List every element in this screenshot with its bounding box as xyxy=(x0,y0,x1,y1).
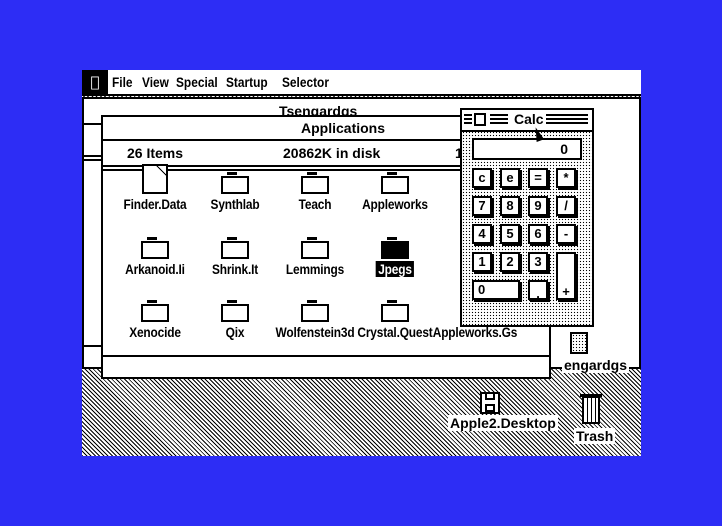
menu-startup[interactable]: Startup xyxy=(226,70,268,94)
items-count: 26 Items xyxy=(127,145,184,161)
calc-key[interactable]: 7 xyxy=(472,196,492,216)
folder-icon xyxy=(381,172,409,194)
file-icon-label[interactable]: Appleworks xyxy=(362,196,428,212)
menu-selector[interactable]: Selector xyxy=(282,70,329,94)
file-icon-label[interactable]: Wolfenstein3d xyxy=(276,324,355,340)
folder-icon xyxy=(221,300,249,322)
trash-label[interactable]: Trash xyxy=(574,428,616,444)
close-box-icon[interactable] xyxy=(474,113,486,126)
folder-icon xyxy=(381,300,409,322)
disk-label[interactable]: engardgs xyxy=(562,357,630,373)
calc-key[interactable]: c xyxy=(472,168,492,188)
document-icon xyxy=(142,164,168,194)
file-icon-label[interactable]: Finder.Data xyxy=(124,196,187,212)
file-icon-label[interactable]: Teach xyxy=(299,196,332,212)
calc-key[interactable]: 9 xyxy=(528,196,548,216)
calc-key[interactable]: 2 xyxy=(500,252,520,272)
calc-title-bar[interactable]: Calc xyxy=(462,110,592,132)
calc-key[interactable]: e xyxy=(500,168,520,188)
calc-key[interactable]: 1 xyxy=(472,252,492,272)
title-stripes xyxy=(464,114,472,126)
file-icon-label[interactable]: Jpegs xyxy=(375,261,415,277)
apple-icon[interactable]:  xyxy=(82,70,108,94)
calc-key[interactable]: + xyxy=(556,252,576,300)
file-icon-label[interactable]: Arkanoid.Ii xyxy=(125,261,185,277)
folder-icon xyxy=(301,237,329,259)
file-icon-label[interactable]: Qix xyxy=(226,324,245,340)
window-title: Applications xyxy=(301,120,386,136)
folder-icon xyxy=(221,237,249,259)
calc-key[interactable]: . xyxy=(528,280,548,301)
folder-icon xyxy=(141,300,169,322)
calc-key[interactable]: * xyxy=(556,168,576,188)
calc-display: 0 xyxy=(472,138,582,160)
file-icon-label[interactable]: Xenocide xyxy=(129,324,181,340)
calc-key[interactable]: 3 xyxy=(528,252,548,272)
menu-view[interactable]: View xyxy=(142,70,169,94)
folder-icon xyxy=(141,237,169,259)
calc-key[interactable]: / xyxy=(556,196,576,216)
floppy-label[interactable]: Apple2.Desktop xyxy=(448,415,558,431)
file-icon-label[interactable]: Synthlab xyxy=(211,196,260,212)
file-icon-label[interactable]: Shrink.It xyxy=(212,261,258,277)
calc-key[interactable]: 0 xyxy=(472,280,520,300)
disk-icon[interactable] xyxy=(570,332,588,354)
calc-key[interactable]: - xyxy=(556,224,576,244)
menu-special[interactable]: Special xyxy=(176,70,218,94)
menu-file[interactable]: File xyxy=(112,70,133,94)
calc-title: Calc xyxy=(514,111,544,127)
title-stripes xyxy=(490,114,508,126)
screen:  File View Special Startup Selector Tse… xyxy=(0,0,722,526)
calc-key[interactable]: 6 xyxy=(528,224,548,244)
calculator-window[interactable]: Calc 0 c e = * 7 8 9 / 4 5 6- 1 2 3 +0. xyxy=(460,108,594,327)
floppy-disk-icon[interactable] xyxy=(480,392,500,414)
folder-icon xyxy=(221,172,249,194)
desktop[interactable]:  File View Special Startup Selector Tse… xyxy=(82,70,641,456)
folder-icon xyxy=(301,300,329,322)
file-icon-label[interactable]: Crystal.Quest xyxy=(357,324,432,340)
trash-icon[interactable] xyxy=(580,394,602,424)
calc-key[interactable]: 5 xyxy=(500,224,520,244)
calc-key[interactable]: = xyxy=(528,168,548,188)
folder-icon xyxy=(301,172,329,194)
folder-icon xyxy=(381,237,409,259)
calc-key[interactable]: 4 xyxy=(472,224,492,244)
menu-bar:  File View Special Startup Selector xyxy=(82,70,641,96)
file-icon-label[interactable]: Lemmings xyxy=(286,261,344,277)
title-stripes xyxy=(546,114,588,126)
disk-usage: 20862K in disk xyxy=(283,145,381,161)
calc-key[interactable]: 8 xyxy=(500,196,520,216)
